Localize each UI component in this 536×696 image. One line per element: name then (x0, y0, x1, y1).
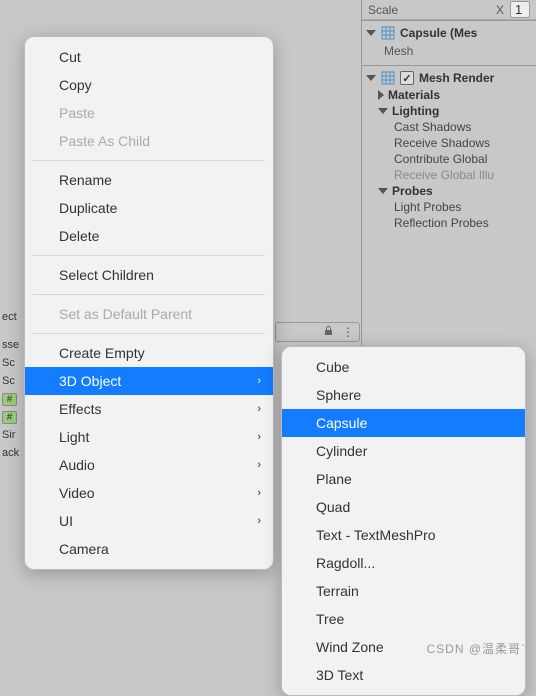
stub-label: sse (0, 338, 24, 356)
menu-item-ui[interactable]: UI› (25, 507, 273, 535)
menu-separator (33, 160, 265, 161)
menu-separator (33, 333, 265, 334)
menu-item-copy[interactable]: Copy (25, 71, 273, 99)
lock-icon[interactable] (323, 325, 334, 339)
chevron-right-icon: › (257, 371, 261, 391)
chevron-right-icon: › (257, 399, 261, 419)
mesh-renderer-component: ✓ Mesh Render Materials Lighting Cast Sh… (362, 65, 536, 234)
mesh-field-label: Mesh (362, 42, 536, 62)
menu-item-cylinder[interactable]: Cylinder (282, 437, 525, 465)
script-icon: # (2, 411, 17, 424)
mesh-filter-header[interactable]: Capsule (Mes (362, 24, 536, 42)
foldout-icon (378, 108, 388, 114)
mesh-renderer-title: Mesh Render (419, 71, 494, 85)
menu-item-create-empty[interactable]: Create Empty (25, 339, 273, 367)
menu-item-paste: Paste (25, 99, 273, 127)
stub-label: Sir (0, 428, 24, 446)
foldout-icon (378, 90, 384, 100)
menu-separator (33, 294, 265, 295)
menu-item-select-children[interactable]: Select Children (25, 261, 273, 289)
context-menu-main: CutCopyPastePaste As Child RenameDuplicat… (24, 36, 274, 570)
menu-item-sphere[interactable]: Sphere (282, 381, 525, 409)
project-panel-stub: ect sse Sc Sc # # Sir ack (0, 310, 25, 510)
mesh-filter-title: Capsule (Mes (400, 26, 477, 40)
watermark: CSDN @温柔哥` (426, 640, 526, 657)
menu-item-cube[interactable]: Cube (282, 353, 525, 381)
menu-item-rename[interactable]: Rename (25, 166, 273, 194)
menu-item-text-textmeshpro[interactable]: Text - TextMeshPro (282, 521, 525, 549)
cast-shadows-label: Cast Shadows (362, 119, 536, 135)
menu-separator (33, 255, 265, 256)
more-icon[interactable]: ⋮ (342, 325, 353, 339)
light-probes-label: Light Probes (362, 199, 536, 215)
receive-global-label: Receive Global Illu (362, 167, 536, 183)
mesh-filter-icon (381, 26, 395, 40)
menu-item-delete[interactable]: Delete (25, 222, 273, 250)
reflection-probes-label: Reflection Probes (362, 215, 536, 231)
menu-item-ragdoll-[interactable]: Ragdoll... (282, 549, 525, 577)
menu-item-camera[interactable]: Camera (25, 535, 273, 563)
script-icon: # (2, 393, 17, 406)
foldout-icon (366, 75, 376, 81)
menu-item-capsule[interactable]: Capsule (282, 409, 525, 437)
menu-item-light[interactable]: Light› (25, 423, 273, 451)
scale-x-value[interactable]: 1 (510, 1, 530, 18)
materials-foldout[interactable]: Materials (362, 87, 536, 103)
mesh-renderer-icon (381, 71, 395, 85)
lighting-foldout[interactable]: Lighting (362, 103, 536, 119)
menu-item-plane[interactable]: Plane (282, 465, 525, 493)
menu-item-quad[interactable]: Quad (282, 493, 525, 521)
scale-axis-x: X (496, 3, 504, 17)
chevron-right-icon: › (257, 427, 261, 447)
contribute-global-label: Contribute Global (362, 151, 536, 167)
chevron-right-icon: › (257, 511, 261, 531)
menu-item-video[interactable]: Video› (25, 479, 273, 507)
stub-label: Sc (0, 374, 24, 392)
menu-item-effects[interactable]: Effects› (25, 395, 273, 423)
mesh-renderer-enabled-checkbox[interactable]: ✓ (400, 71, 414, 85)
stub-label: ect (0, 310, 24, 328)
menu-item-duplicate[interactable]: Duplicate (25, 194, 273, 222)
chevron-right-icon: › (257, 455, 261, 475)
menu-item-tree[interactable]: Tree (282, 605, 525, 633)
foldout-icon (378, 188, 388, 194)
mesh-renderer-header[interactable]: ✓ Mesh Render (362, 69, 536, 87)
stub-label: Sc (0, 356, 24, 374)
probes-foldout[interactable]: Probes (362, 183, 536, 199)
toolbar-stub: ⋮ (275, 322, 360, 342)
menu-item-audio[interactable]: Audio› (25, 451, 273, 479)
menu-item-3d-text[interactable]: 3D Text (282, 661, 525, 689)
menu-item-paste-as-child: Paste As Child (25, 127, 273, 155)
menu-item-3d-object[interactable]: 3D Object› (25, 367, 273, 395)
mesh-filter-component: Capsule (Mes Mesh (362, 20, 536, 65)
menu-item-cut[interactable]: Cut (25, 43, 273, 71)
menu-item-terrain[interactable]: Terrain (282, 577, 525, 605)
menu-item-set-as-default-parent: Set as Default Parent (25, 300, 273, 328)
foldout-icon (366, 30, 376, 36)
scale-label: Scale (368, 3, 398, 17)
transform-scale-row: Scale X 1 (362, 0, 536, 20)
chevron-right-icon: › (257, 483, 261, 503)
receive-shadows-label: Receive Shadows (362, 135, 536, 151)
stub-label: ack (0, 446, 24, 464)
